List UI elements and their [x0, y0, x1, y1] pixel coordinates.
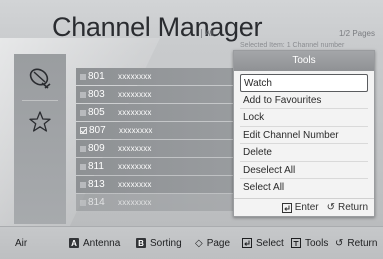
- page-indicator: 1/2 Pages: [338, 29, 375, 38]
- return-label: Return: [347, 237, 378, 249]
- tools-button[interactable]: Tools: [291, 238, 328, 249]
- channel-number: 801: [88, 71, 105, 82]
- star-favourites-icon: [28, 110, 52, 134]
- tv-screen: Channel Manager All 1/2 Pages Selected I…: [0, 0, 383, 259]
- row-marker-icon: [80, 145, 86, 152]
- return-label: Return: [337, 202, 368, 213]
- satellite-dish-icon: [28, 66, 52, 90]
- enter-hint[interactable]: Enter: [281, 202, 319, 213]
- row-marker-icon: [80, 199, 86, 206]
- channel-row[interactable]: 801 xxxxxxxx: [76, 68, 236, 85]
- channel-number: 809: [88, 143, 105, 154]
- channel-name: xxxxxxxx: [118, 144, 152, 153]
- tools-footer: Enter ↺ Return: [234, 198, 374, 216]
- channel-row[interactable]: 811 xxxxxxxx: [76, 158, 236, 175]
- a-key-icon: A: [69, 238, 79, 248]
- return-icon: ↺: [335, 237, 344, 249]
- channel-number: 803: [88, 89, 105, 100]
- enter-label: Enter: [294, 202, 319, 213]
- selected-item-hint: Selected Item: 1 Channel number: [240, 42, 345, 49]
- category-favourites[interactable]: [14, 102, 66, 142]
- row-marker-icon: [80, 163, 86, 170]
- row-marker-icon: [80, 181, 86, 188]
- sorting-button[interactable]: B Sorting: [136, 238, 182, 249]
- channel-list: 801 xxxxxxxx 803 xxxxxxxx 805 xxxxxxxx 807 xxxx…: [76, 68, 236, 212]
- tools-menu-item[interactable]: Lock: [240, 109, 368, 127]
- return-button[interactable]: ↺ Return: [335, 238, 377, 249]
- channel-number: 814: [88, 197, 105, 208]
- bottom-bar: Air A Antenna B Sorting ◇ Page Select To…: [0, 226, 383, 259]
- source-label: Air: [15, 237, 28, 249]
- channel-number: 811: [88, 161, 104, 172]
- row-marker-icon: [80, 73, 86, 80]
- tools-menu-item[interactable]: Watch: [240, 74, 368, 92]
- enter-icon: [242, 238, 252, 248]
- channel-row[interactable]: 813 xxxxxxxx: [76, 176, 236, 193]
- tools-menu-item[interactable]: Edit Channel Number: [240, 127, 368, 144]
- tools-menu-item[interactable]: Deselect All: [240, 162, 368, 179]
- tools-icon: [291, 238, 301, 248]
- page-button[interactable]: ◇ Page: [195, 238, 230, 249]
- checkbox-checked-icon: [80, 127, 87, 134]
- return-icon: ↺: [326, 202, 335, 213]
- channel-number: 805: [88, 107, 105, 118]
- tools-label: Tools: [305, 237, 329, 249]
- channel-name: xxxxxxxx: [118, 162, 152, 171]
- return-hint[interactable]: ↺ Return: [327, 202, 368, 213]
- sorting-label: Sorting: [150, 237, 182, 249]
- antenna-label: Antenna: [83, 237, 121, 249]
- antenna-button[interactable]: A Antenna: [69, 238, 120, 249]
- channel-row[interactable]: 803 xxxxxxxx: [76, 86, 236, 103]
- up-down-arrows-icon: ◇: [195, 237, 203, 249]
- tools-menu-item[interactable]: Delete: [240, 144, 368, 162]
- tools-menu: Watch Add to Favourites Lock Edit Channel N…: [234, 71, 374, 197]
- channel-name: xxxxxxxx: [118, 90, 152, 99]
- channel-name: xxxxxxxx: [118, 72, 152, 81]
- enter-icon: [281, 202, 292, 213]
- channel-name: xxxxxxxx: [118, 108, 152, 117]
- channel-row[interactable]: 807 xxxxxxxx: [76, 122, 236, 139]
- channel-name: xxxxxxxx: [118, 198, 152, 207]
- category-all-channels[interactable]: [14, 58, 66, 98]
- channel-number: 807: [89, 125, 106, 136]
- category-divider: [22, 100, 58, 101]
- channel-row[interactable]: 805 xxxxxxxx: [76, 104, 236, 121]
- page-title: Channel Manager: [52, 12, 263, 42]
- row-marker-icon: [80, 91, 86, 98]
- channel-row[interactable]: 814 xxxxxxxx: [76, 194, 236, 211]
- select-button[interactable]: Select: [242, 238, 284, 249]
- select-label: Select: [256, 237, 284, 249]
- channel-name: xxxxxxxx: [118, 180, 152, 189]
- tools-menu-item[interactable]: Select All: [240, 179, 368, 197]
- tools-title: Tools: [234, 51, 374, 71]
- row-marker-icon: [80, 109, 86, 116]
- tools-menu-item[interactable]: Add to Favourites: [240, 92, 368, 109]
- channel-name: xxxxxxxx: [119, 126, 153, 135]
- page-label: Page: [206, 237, 231, 249]
- category-panel: [14, 54, 66, 224]
- tools-popup: Tools Watch Add to Favourites Lock Edit Cha…: [233, 50, 375, 217]
- filter-tag: All: [201, 29, 214, 38]
- channel-row[interactable]: 809 xxxxxxxx: [76, 140, 236, 157]
- b-key-icon: B: [136, 238, 146, 248]
- channel-number: 813: [88, 179, 105, 190]
